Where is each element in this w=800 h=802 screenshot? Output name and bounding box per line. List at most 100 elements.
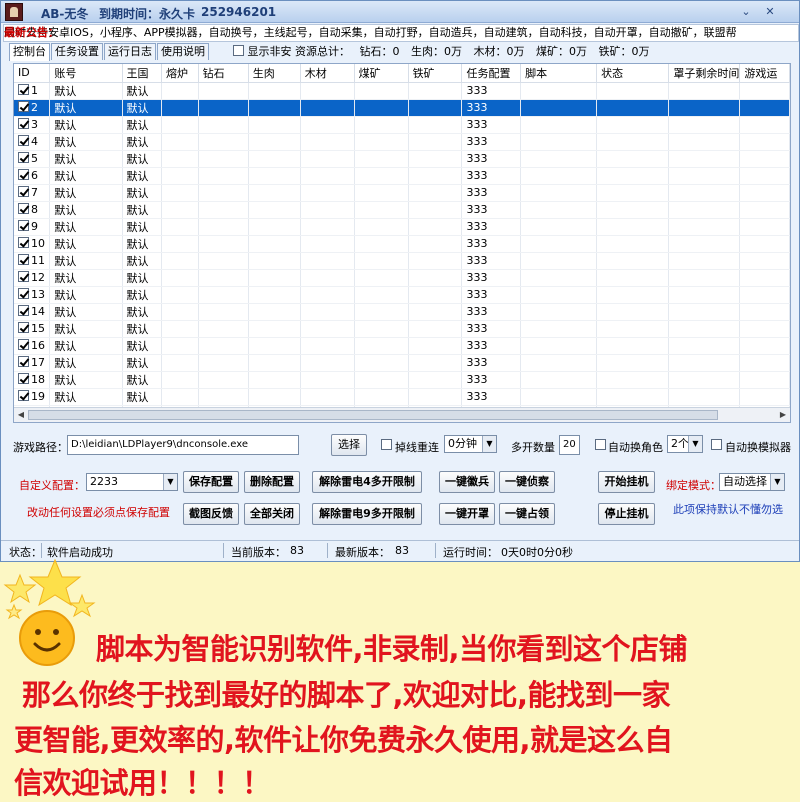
switch-role-select[interactable]: 2个 ▼ [667, 435, 703, 453]
column-header[interactable]: 煤矿 [354, 64, 409, 83]
bind-mode-select[interactable]: 自动选择 ▼ [719, 473, 785, 491]
tab-console[interactable]: 控制台 [9, 43, 50, 61]
delete-config-button[interactable]: 删除配置 [244, 471, 300, 493]
column-header[interactable]: 状态 [596, 64, 670, 83]
column-header[interactable]: 铁矿 [408, 64, 463, 83]
table-row[interactable]: 10 默认 默认 333 [14, 235, 790, 253]
table-row[interactable]: 7 默认 默认 333 [14, 184, 790, 202]
table-row[interactable]: 18 默认 默认 333 [14, 371, 790, 389]
row-id-cell[interactable]: 17 [14, 354, 51, 372]
column-header[interactable]: 生肉 [248, 64, 301, 83]
show-unsafe-checkbox[interactable] [233, 45, 244, 56]
row-id-cell[interactable]: 6 [14, 167, 51, 185]
feedback-button[interactable]: 截图反馈 [183, 503, 239, 525]
chevron-down-icon[interactable]: ▼ [482, 436, 496, 452]
column-header[interactable]: 熔炉 [161, 64, 199, 83]
table-row[interactable]: 9 默认 默认 333 [14, 218, 790, 236]
row-id-cell[interactable]: 8 [14, 201, 51, 219]
table-row[interactable]: 6 默认 默认 333 [14, 167, 790, 185]
row-id-cell[interactable]: 10 [14, 235, 51, 253]
row-checkbox[interactable] [18, 390, 29, 401]
game-path-input[interactable]: D:\leidian\LDPlayer9\dnconsole.exe [67, 435, 299, 455]
chevron-down-icon[interactable]: ▼ [688, 436, 702, 452]
row-checkbox[interactable] [18, 169, 29, 180]
chevron-down-icon[interactable]: ▼ [770, 474, 784, 490]
row-id-cell[interactable]: 16 [14, 337, 51, 355]
row-checkbox[interactable] [18, 101, 29, 112]
row-checkbox[interactable] [18, 237, 29, 248]
row-id-cell[interactable]: 14 [14, 303, 51, 321]
table-row[interactable]: 1 默认 默认 333 [14, 82, 790, 100]
row-checkbox[interactable] [18, 186, 29, 197]
row-checkbox[interactable] [18, 118, 29, 129]
recruit-button[interactable]: 一键徽兵 [439, 471, 495, 493]
stop-button[interactable]: 停止挂机 [598, 503, 655, 525]
row-id-cell[interactable]: 3 [14, 116, 51, 134]
horizontal-scrollbar[interactable]: ◀ ▶ [14, 407, 790, 422]
row-checkbox[interactable] [18, 152, 29, 163]
column-header[interactable]: 脚本 [520, 64, 598, 83]
column-header[interactable]: 罩子剩余时间 [668, 64, 741, 83]
row-id-cell[interactable]: 12 [14, 269, 51, 287]
minimize-icon[interactable]: ⌄ [739, 5, 753, 19]
scroll-right-icon[interactable]: ▶ [777, 409, 789, 421]
scrollbar-thumb[interactable] [28, 410, 718, 420]
row-checkbox[interactable] [18, 203, 29, 214]
close-all-button[interactable]: 全部关闭 [244, 503, 300, 525]
tab-run-log[interactable]: 运行日志 [104, 43, 156, 60]
column-header[interactable]: ID [14, 64, 51, 83]
close-icon[interactable]: ✕ [763, 5, 777, 19]
row-id-cell[interactable]: 19 [14, 388, 51, 406]
start-button[interactable]: 开始挂机 [598, 471, 655, 493]
reconnect-checkbox[interactable] [381, 439, 392, 450]
table-row[interactable]: 4 默认 默认 333 [14, 133, 790, 151]
row-id-cell[interactable]: 13 [14, 286, 51, 304]
table-row[interactable]: 17 默认 默认 333 [14, 354, 790, 372]
row-id-cell[interactable]: 1 [14, 82, 51, 100]
table-row[interactable]: 8 默认 默认 333 [14, 201, 790, 219]
row-id-cell[interactable]: 5 [14, 150, 51, 168]
open-shield-button[interactable]: 一键开罩 [439, 503, 495, 525]
reconnect-select[interactable]: 0分钟 ▼ [444, 435, 497, 453]
unlock-ld9-button[interactable]: 解除雷电9多开限制 [312, 503, 422, 525]
chevron-down-icon[interactable]: ▼ [163, 474, 177, 490]
tab-instructions[interactable]: 使用说明 [157, 43, 209, 60]
table-row[interactable]: 15 默认 默认 333 [14, 320, 790, 338]
row-id-cell[interactable]: 11 [14, 252, 51, 270]
row-checkbox[interactable] [18, 322, 29, 333]
row-id-cell[interactable]: 18 [14, 371, 51, 389]
row-checkbox[interactable] [18, 254, 29, 265]
table-row[interactable]: 13 默认 默认 333 [14, 286, 790, 304]
column-header[interactable]: 木材 [300, 64, 355, 83]
table-row[interactable]: 2 默认 默认 333 [14, 99, 790, 117]
table-row[interactable]: 12 默认 默认 333 [14, 269, 790, 287]
custom-config-select[interactable]: 2233 ▼ [86, 473, 178, 491]
table-row[interactable]: 19 默认 默认 333 [14, 388, 790, 406]
row-id-cell[interactable]: 15 [14, 320, 51, 338]
table-row[interactable]: 16 默认 默认 333 [14, 337, 790, 355]
row-checkbox[interactable] [18, 220, 29, 231]
row-id-cell[interactable]: 2 [14, 99, 51, 117]
switch-role-checkbox[interactable] [595, 439, 606, 450]
table-row[interactable]: 14 默认 默认 333 [14, 303, 790, 321]
row-checkbox[interactable] [18, 339, 29, 350]
unlock-ld4-button[interactable]: 解除雷电4多开限制 [312, 471, 422, 493]
switch-emulator-checkbox[interactable] [711, 439, 722, 450]
column-header[interactable]: 游戏运 [739, 64, 790, 83]
scroll-left-icon[interactable]: ◀ [15, 409, 27, 421]
table-row[interactable]: 11 默认 默认 333 [14, 252, 790, 270]
row-checkbox[interactable] [18, 84, 29, 95]
row-checkbox[interactable] [18, 288, 29, 299]
row-id-cell[interactable]: 9 [14, 218, 51, 236]
browse-button[interactable]: 选择 [331, 434, 367, 456]
save-config-button[interactable]: 保存配置 [183, 471, 239, 493]
column-header[interactable]: 钻石 [198, 64, 249, 83]
multi-count-input[interactable]: 20 [559, 435, 580, 455]
title-bar[interactable]: AB-无冬 到期时间：永久卡 252946201 ⌄ ✕ [1, 1, 799, 23]
row-checkbox[interactable] [18, 305, 29, 316]
column-header[interactable]: 任务配置 [461, 64, 522, 83]
row-id-cell[interactable]: 7 [14, 184, 51, 202]
tab-task-settings[interactable]: 任务设置 [51, 43, 103, 60]
row-checkbox[interactable] [18, 356, 29, 367]
column-header[interactable]: 账号 [49, 64, 123, 83]
